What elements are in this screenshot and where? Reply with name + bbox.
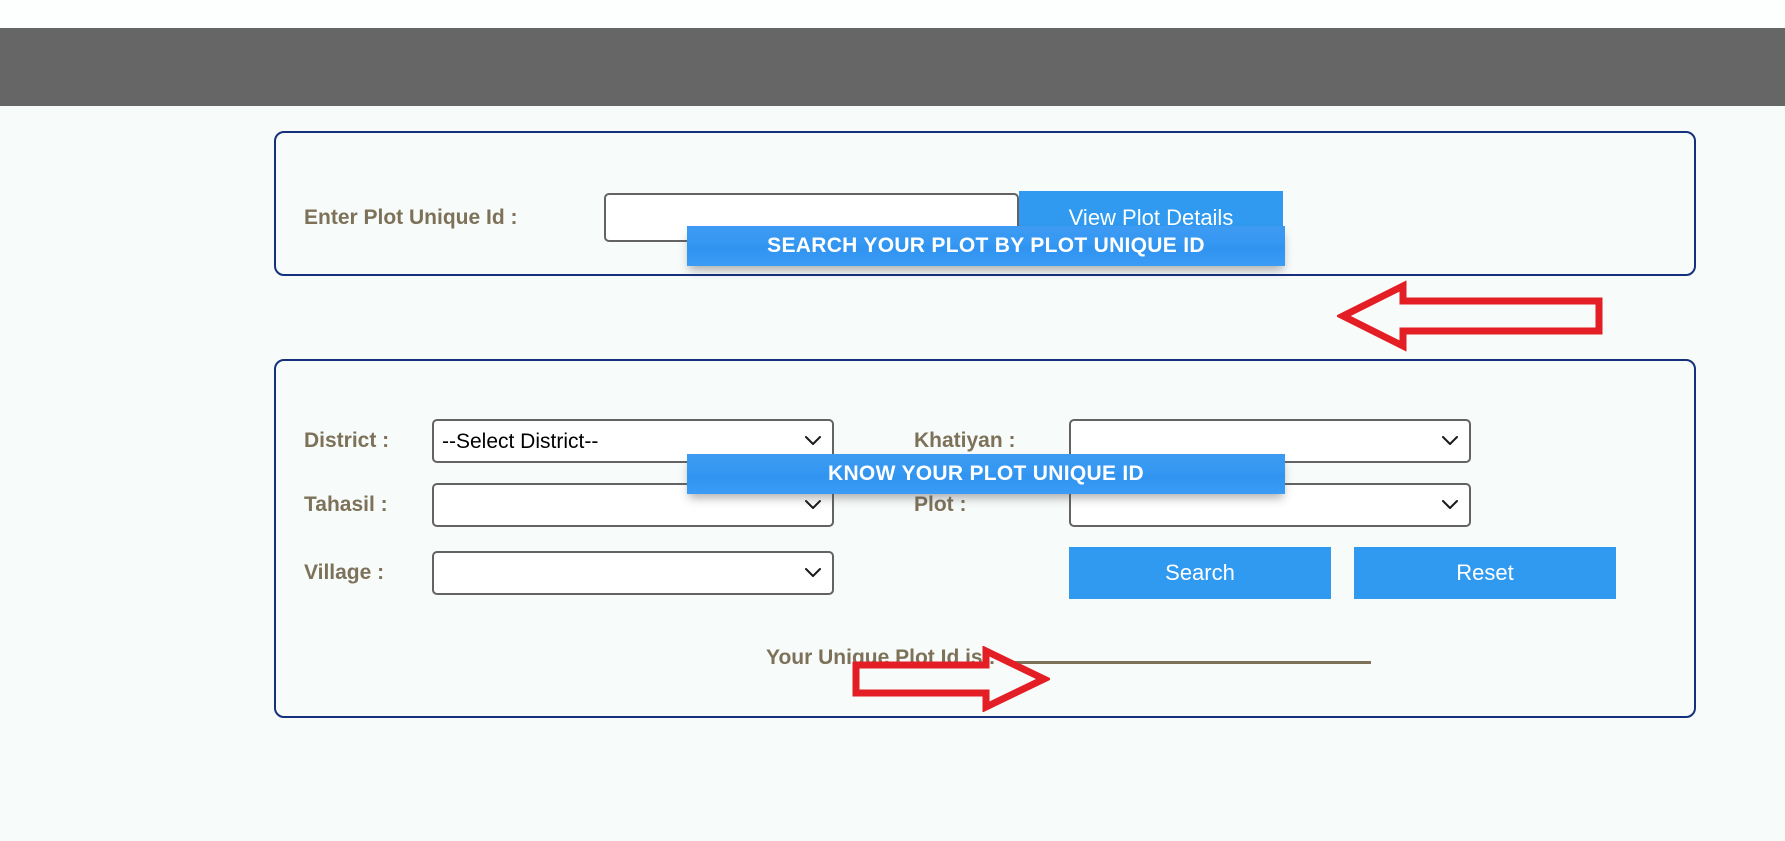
plot-lookup-form: District : --Select District-- Khatiyan … bbox=[304, 419, 1616, 619]
district-label: District : bbox=[304, 429, 390, 452]
search-plot-panel-banner: SEARCH YOUR PLOT BY PLOT UNIQUE ID bbox=[687, 226, 1285, 266]
search-button[interactable]: Search bbox=[1069, 547, 1331, 599]
unique-plot-id-value-underline bbox=[1013, 661, 1372, 664]
khatiyan-label: Khatiyan : bbox=[914, 429, 1016, 452]
village-select-wrapper[interactable] bbox=[432, 551, 834, 595]
plot-label: Plot : bbox=[914, 493, 967, 516]
know-plot-id-panel: District : --Select District-- Khatiyan … bbox=[274, 359, 1696, 718]
form-row-village-actions: Village : Search Reset bbox=[304, 547, 1616, 599]
tahasil-label: Tahasil : bbox=[304, 493, 388, 516]
page-body: Enter Plot Unique Id : View Plot Details… bbox=[0, 106, 1785, 841]
know-plot-id-panel-banner: KNOW YOUR PLOT UNIQUE ID bbox=[687, 454, 1285, 494]
village-label: Village : bbox=[304, 561, 385, 584]
enter-plot-unique-id-label: Enter Plot Unique Id : bbox=[304, 205, 518, 229]
reset-button[interactable]: Reset bbox=[1354, 547, 1616, 599]
unique-plot-id-label: Your Unique Plot Id is : bbox=[766, 646, 996, 669]
top-white-strip bbox=[0, 0, 1785, 28]
arrow-left-icon bbox=[1337, 280, 1603, 352]
unique-plot-id-result: Your Unique Plot Id is : bbox=[766, 646, 1372, 670]
site-navbar bbox=[0, 28, 1785, 106]
village-select[interactable] bbox=[432, 551, 834, 595]
